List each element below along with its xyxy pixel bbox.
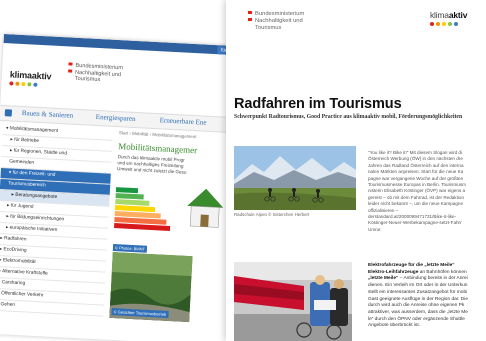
paragraph-line: stellt ein interessantes Zusatzangebot f… [368,290,486,297]
line-text: an Bahnhöfen können [418,269,467,275]
article-paragraph-1: "You like it? Bike it!" Mit diesem Sloga… [368,150,486,233]
bold-phrase: Elektro-Leihfahrzeuge [368,269,419,275]
logo-part-klima: klima [430,10,449,20]
logo-dots [430,22,467,26]
paragraph-line: Umrut [368,226,381,232]
paragraph-line: attraktiver, was ausserdem, dass die „le… [368,310,486,317]
train-station-bikes-photo [234,262,352,341]
logo-part-aktiv: aktiv [31,70,52,82]
ministry-logo: Bundesministerium Nachhaltigkeit und Tou… [248,11,304,32]
article-paragraph-2: Elektrofahrzeuge für die „letzte Meile“ E… [368,263,486,330]
line-text: stellt ein interessantes Zusatzangebot f… [368,289,468,295]
home-icon[interactable] [4,109,13,117]
photo-caption: Radschule Alpen © Sisterchen Herbert [234,212,310,217]
energy-label-image: © Photos: BMNT [112,187,172,253]
paragraph-line: dienen. Ein Verleih im Ort oder in der U… [368,283,486,290]
logo-part-klima: klima [9,69,33,81]
austrian-flag-icon [248,11,252,21]
ministry-line-1: Bundesministerium [255,11,305,17]
line-text: durch wird auch die Anreise ohne eigenen… [368,303,465,309]
mountain-cyclists-photo [234,146,356,210]
logo-dots [9,81,51,87]
line-text: – Anbindung bereits in der Anrei [398,276,468,282]
nav-item-erneuerbare[interactable]: Erneuerbare Ene [159,116,206,126]
line-text: Gast geeignete Ausflüge in der Region da… [368,296,469,302]
klimaaktiv-logo[interactable]: klimaaktiv [9,69,52,87]
line-text: le“ durch den ÖPNV oder ergänzende Shutt… [368,316,465,322]
line-text: Angebote überbrückt ist. [368,323,420,329]
austrian-flag-icon [68,62,73,73]
document-page: Bundesministerium Nachhaltigkeit und Tou… [226,0,486,341]
sidebar-navigation: ▾ Mobilitätsmanagement ▸ für Betriebe ▸ fü… [0,124,114,317]
paragraph-line: durch wird auch die Anreise ohne eigenen… [368,303,486,310]
bold-phrase: „letzte Meile“ [368,276,399,282]
document-title: Radfahren im Tourismus [234,96,402,112]
document-subtitle: Schwerpunkt Radtourismus, Good Practice … [234,114,463,120]
ministry-line-2: Nachhaltigkeit und [255,18,303,24]
house-illustration [187,188,224,228]
bold-phrase: Elektrofahrzeuge für die „letzte Meile“ [368,263,455,268]
nav-item-bauen[interactable]: Bauen & Sanieren [22,109,74,120]
ministry-line-3: Tourismus [255,25,282,31]
klimaaktiv-logo: klimaaktiv [430,10,467,26]
logo-part-aktiv: aktiv [448,10,468,20]
paragraph-line: Elektrofahrzeuge für die „letzte Meile“ [368,263,486,270]
line-text: attraktiver, was ausserdem, dass die „le… [368,309,468,315]
line-text: dienen. Ein Verleih im Ort oder in der U… [368,283,468,289]
nav-item-energiesparen[interactable]: Energiesparen [96,113,136,123]
paragraph-line: Angebote überbrückt ist. [368,323,486,330]
ministry-logo: Bundesministerium Nachhaltigkeit und Tou… [68,62,123,85]
